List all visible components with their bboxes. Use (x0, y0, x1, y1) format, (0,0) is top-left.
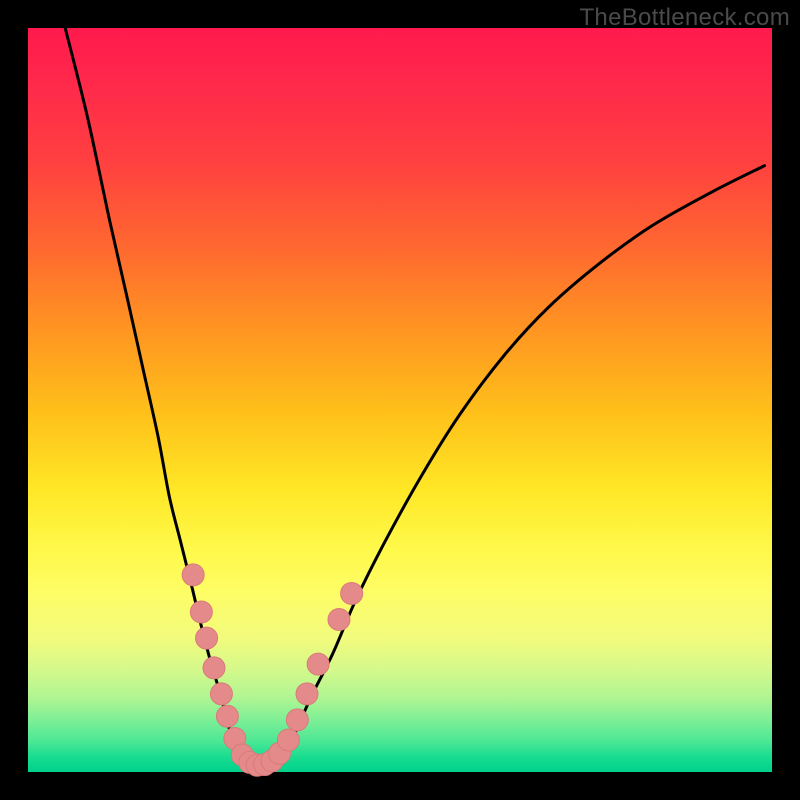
marker-dot (203, 657, 225, 679)
marker-dot (277, 729, 299, 751)
marker-dot (182, 564, 204, 586)
marker-dot (196, 627, 218, 649)
chart-svg (28, 28, 772, 772)
chart-frame: TheBottleneck.com (0, 0, 800, 800)
marker-dot (296, 683, 318, 705)
watermark-text: TheBottleneck.com (579, 4, 790, 32)
marker-dot (328, 608, 350, 630)
marker-dot (210, 683, 232, 705)
marker-dot (286, 709, 308, 731)
plot-area (28, 28, 772, 772)
marker-dot (307, 653, 329, 675)
marker-dots (182, 564, 362, 776)
bottleneck-curve (65, 28, 764, 766)
marker-dot (216, 705, 238, 727)
marker-dot (190, 601, 212, 623)
marker-dot (341, 582, 363, 604)
